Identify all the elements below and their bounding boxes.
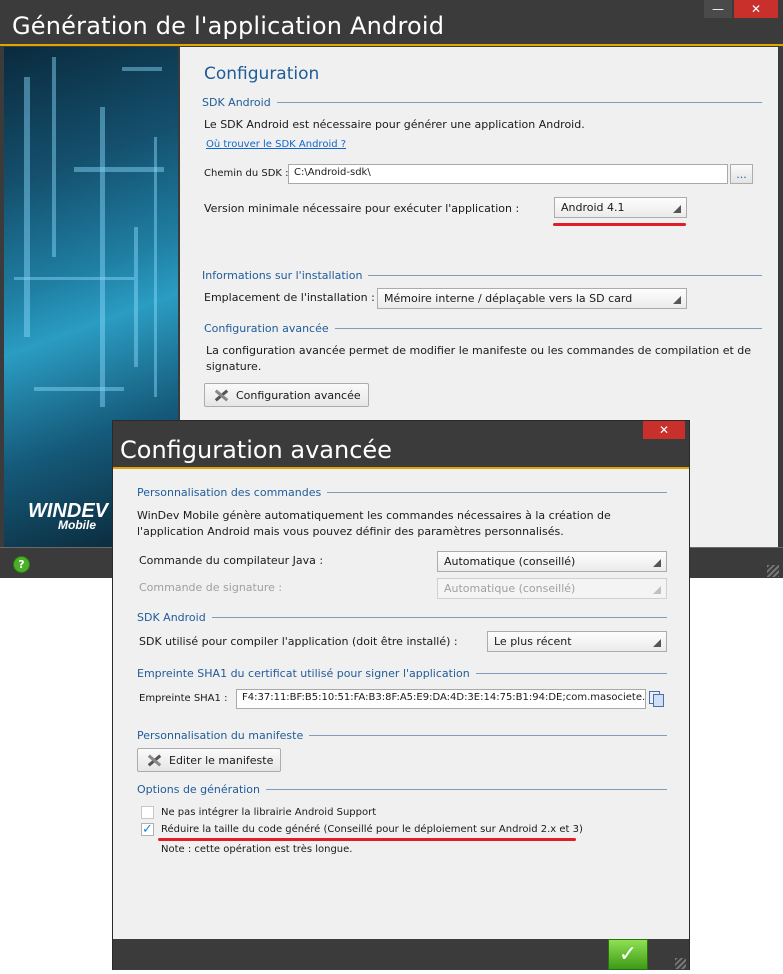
page-title: Configuration <box>204 64 320 84</box>
option-no-support-lib-label: Ne pas intégrer la librairie Android Sup… <box>161 807 377 818</box>
chevron-down-icon <box>673 205 681 213</box>
resize-grip[interactable] <box>675 958 686 969</box>
commands-description: WinDev Mobile génère automatiquement les… <box>137 509 611 538</box>
java-command-select[interactable]: Automatique (conseillé) <box>437 551 667 572</box>
sdk-section-header: SDK Android <box>202 96 762 109</box>
sdk-help-link[interactable]: Où trouver le SDK Android ? <box>206 139 346 150</box>
sdk-path-input[interactable]: C:\Android-sdk\ <box>288 164 728 184</box>
dialog-close-button[interactable]: ✕ <box>643 421 685 439</box>
sha-input[interactable]: F4:37:11:BF:B5:10:51:FA:B3:8F:A5:E9:DA:4… <box>236 689 646 709</box>
sha-label: Empreinte SHA1 : <box>139 693 228 704</box>
close-icon: ✕ <box>658 423 670 437</box>
advanced-description: La configuration avancée permet de modif… <box>206 344 752 373</box>
option-note: Note : cette opération est très longue. <box>161 844 353 855</box>
sign-command-label: Commande de signature : <box>139 581 283 594</box>
title-accent-bar <box>0 44 783 46</box>
sdk-path-label: Chemin du SDK : <box>204 168 289 179</box>
manifest-section-header: Personnalisation du manifeste <box>137 729 667 742</box>
check-icon: ✓ <box>142 822 153 837</box>
advanced-config-button[interactable]: Configuration avancée <box>204 383 369 407</box>
tools-icon <box>145 752 163 768</box>
ok-button[interactable]: ✓ <box>608 939 648 970</box>
advanced-section-header: Configuration avancée <box>204 322 762 335</box>
window-title: Génération de l'application Android <box>12 12 445 40</box>
min-version-label: Version minimale nécessaire pour exécute… <box>204 202 520 215</box>
chevron-down-icon <box>653 559 661 567</box>
option-no-support-lib-checkbox[interactable] <box>141 806 154 819</box>
min-version-select[interactable]: Android 4.1 <box>554 197 687 218</box>
sdk-section-header: SDK Android <box>137 611 667 624</box>
sha-section-header: Empreinte SHA1 du certificat utilisé pou… <box>137 667 667 680</box>
help-icon[interactable]: ? <box>13 556 30 573</box>
tools-icon <box>212 387 230 403</box>
commands-section-header: Personnalisation des commandes <box>137 486 667 499</box>
chevron-down-icon <box>653 639 661 647</box>
option-reduce-code-label: Réduire la taille du code généré (Consei… <box>161 824 583 835</box>
sdk-compile-label: SDK utilisé pour compiler l'application … <box>139 635 458 648</box>
highlight-underline <box>158 838 576 841</box>
minimize-button[interactable]: — <box>704 0 732 18</box>
browse-sdk-button[interactable]: ... <box>730 164 753 184</box>
install-location-select[interactable]: Mémoire interne / déplaçable vers la SD … <box>377 288 687 309</box>
sign-command-select: Automatique (conseillé) <box>437 578 667 599</box>
option-reduce-code-checkbox[interactable]: ✓ <box>141 823 154 836</box>
dialog-content: Personnalisation des commandes WinDev Mo… <box>113 469 689 939</box>
java-command-label: Commande du compilateur Java : <box>139 554 324 567</box>
edit-manifest-button[interactable]: Editer le manifeste <box>137 748 282 772</box>
sdk-description: Le SDK Android est nécessaire pour génér… <box>204 118 585 131</box>
check-icon: ✓ <box>618 942 638 967</box>
windev-logo-sub: Mobile <box>58 518 96 532</box>
highlight-underline <box>553 223 686 226</box>
close-button[interactable]: ✕ <box>734 0 778 18</box>
copy-icon[interactable] <box>649 691 664 707</box>
dialog-title: Configuration avancée <box>120 436 392 464</box>
advanced-config-dialog: Configuration avancée ✕ Personnalisation… <box>112 420 690 970</box>
minimize-icon: — <box>712 2 724 16</box>
sdk-compile-select[interactable]: Le plus récent <box>487 631 667 652</box>
chevron-down-icon <box>673 296 681 304</box>
install-section-header: Informations sur l'installation <box>202 269 762 282</box>
resize-grip[interactable] <box>767 565 779 577</box>
install-location-label: Emplacement de l'installation : <box>204 291 375 304</box>
options-section-header: Options de génération <box>137 783 667 796</box>
chevron-down-icon <box>653 586 661 594</box>
close-icon: ✕ <box>750 2 762 16</box>
dialog-footer: ✓ <box>113 939 689 970</box>
